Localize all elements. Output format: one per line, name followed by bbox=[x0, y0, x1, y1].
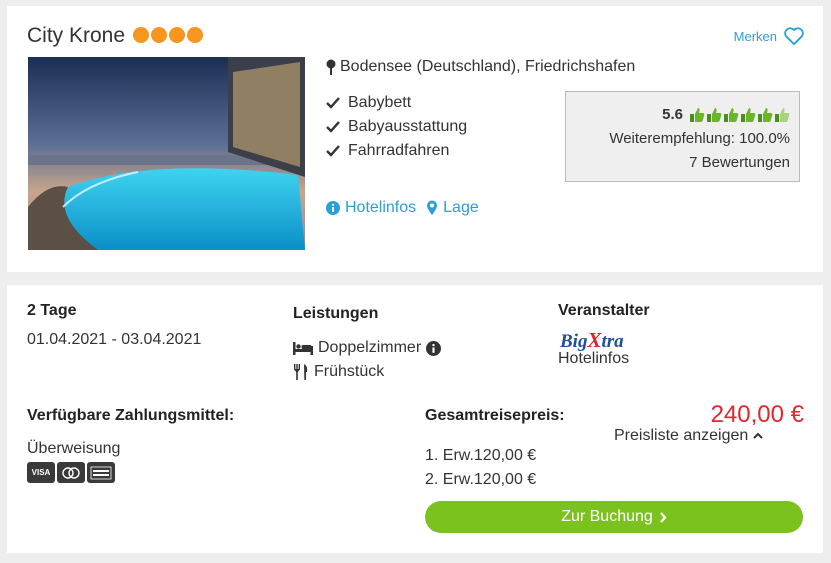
chevron-up-icon bbox=[753, 432, 764, 439]
price-row: 2. Erw.120,00 € bbox=[425, 471, 537, 488]
room-label: Doppelzimmer bbox=[318, 339, 422, 356]
amex-icon bbox=[87, 462, 115, 483]
map-pin-icon bbox=[326, 59, 336, 75]
rating-score: 5.6 bbox=[662, 106, 683, 123]
pricelist-label: Preisliste anzeigen bbox=[614, 427, 749, 444]
feature-label: Fahrradfahren bbox=[348, 142, 450, 159]
payment-icons: VISA bbox=[27, 462, 115, 483]
pricelist-toggle[interactable]: Preisliste anzeigen bbox=[614, 427, 764, 445]
rating-score-row: 5.6 bbox=[566, 103, 790, 127]
thumbs-up-icon bbox=[741, 108, 756, 122]
hotel-photo[interactable] bbox=[28, 57, 305, 250]
chevron-right-icon bbox=[659, 511, 667, 523]
total-price-title: Gesamtreisepreis: bbox=[425, 407, 565, 424]
lage-label: Lage bbox=[443, 199, 479, 216]
thumbs-up-icon bbox=[758, 108, 773, 122]
thumbs-up-icon bbox=[690, 108, 705, 122]
thumbs-up-icon bbox=[707, 108, 722, 122]
check-icon bbox=[326, 97, 340, 109]
visa-label: VISA bbox=[31, 468, 51, 477]
info-icon bbox=[326, 201, 340, 215]
hotelinfos-label: Hotelinfos bbox=[345, 199, 417, 216]
feature-item: Fahrradfahren bbox=[326, 139, 467, 163]
feature-item: Babyausstattung bbox=[326, 115, 467, 139]
trip-duration: 2 Tage bbox=[27, 302, 77, 319]
hotel-stars bbox=[133, 27, 203, 43]
lage-link[interactable]: Lage bbox=[426, 199, 479, 217]
room-type: Doppelzimmer bbox=[293, 339, 442, 357]
hotel-name[interactable]: City Krone bbox=[27, 24, 125, 48]
offer-card: 2 Tage 01.04.2021 - 03.04.2021 Leistunge… bbox=[7, 285, 823, 553]
hotel-links: Hotelinfos Lage bbox=[326, 199, 479, 217]
rating-thumbs bbox=[689, 107, 790, 123]
star-icon bbox=[151, 27, 167, 43]
payment-method: Überweisung bbox=[27, 440, 121, 457]
hotelinfos-link[interactable]: Hotelinfos bbox=[326, 199, 416, 217]
check-icon bbox=[326, 121, 340, 133]
mastercard-icon bbox=[57, 462, 85, 483]
hotel-card: City Krone Merken Bodensee (Deutschland)… bbox=[7, 6, 823, 272]
logo-text-part: tra bbox=[601, 331, 624, 352]
star-icon bbox=[133, 27, 149, 43]
feature-list: Babybett Babyausstattung Fahrradfahren bbox=[326, 91, 467, 163]
rating-box: 5.6 Weiterempfehlung: 100.0% 7 Bewertung… bbox=[565, 91, 800, 182]
feature-item: Babybett bbox=[326, 91, 467, 115]
total-price: 240,00 € bbox=[710, 401, 804, 428]
operator-hotelinfos-link[interactable]: Hotelinfos bbox=[558, 350, 629, 368]
board-type: Frühstück bbox=[293, 363, 384, 381]
trip-dates: 01.04.2021 - 03.04.2021 bbox=[27, 331, 202, 348]
review-count[interactable]: 7 Bewertungen bbox=[566, 151, 790, 175]
thumbs-up-icon bbox=[724, 108, 739, 122]
payment-title: Verfügbare Zahlungsmittel: bbox=[27, 407, 235, 424]
location-text: Bodensee (Deutschland), Friedrichshafen bbox=[340, 58, 636, 75]
bed-icon bbox=[293, 342, 313, 355]
price-row: 1. Erw.120,00 € bbox=[425, 447, 537, 464]
logo-text-part: X bbox=[587, 328, 602, 352]
booking-label: Zur Buchung bbox=[561, 508, 653, 525]
visa-icon: VISA bbox=[27, 462, 55, 483]
board-label: Frühstück bbox=[314, 363, 385, 380]
info-icon[interactable] bbox=[426, 340, 442, 356]
feature-label: Babybett bbox=[348, 94, 412, 111]
booking-button[interactable]: Zur Buchung bbox=[425, 501, 803, 533]
recommendation-rate: Weiterempfehlung: 100.0% bbox=[609, 130, 790, 147]
merken-button[interactable]: Merken bbox=[734, 26, 805, 46]
check-icon bbox=[326, 145, 340, 157]
thumbs-up-half-icon bbox=[775, 108, 790, 122]
star-icon bbox=[169, 27, 185, 43]
hotel-location: Bodensee (Deutschland), Friedrichshafen bbox=[326, 58, 635, 76]
services-title: Leistungen bbox=[293, 305, 379, 322]
logo-text-part: Big bbox=[560, 331, 588, 352]
cutlery-icon bbox=[294, 364, 308, 380]
map-marker-icon bbox=[427, 200, 438, 215]
merken-label: Merken bbox=[733, 28, 777, 44]
operator-title: Veranstalter bbox=[558, 302, 650, 319]
heart-icon bbox=[784, 27, 804, 46]
star-icon bbox=[187, 27, 203, 43]
feature-label: Babyausstattung bbox=[348, 118, 468, 135]
